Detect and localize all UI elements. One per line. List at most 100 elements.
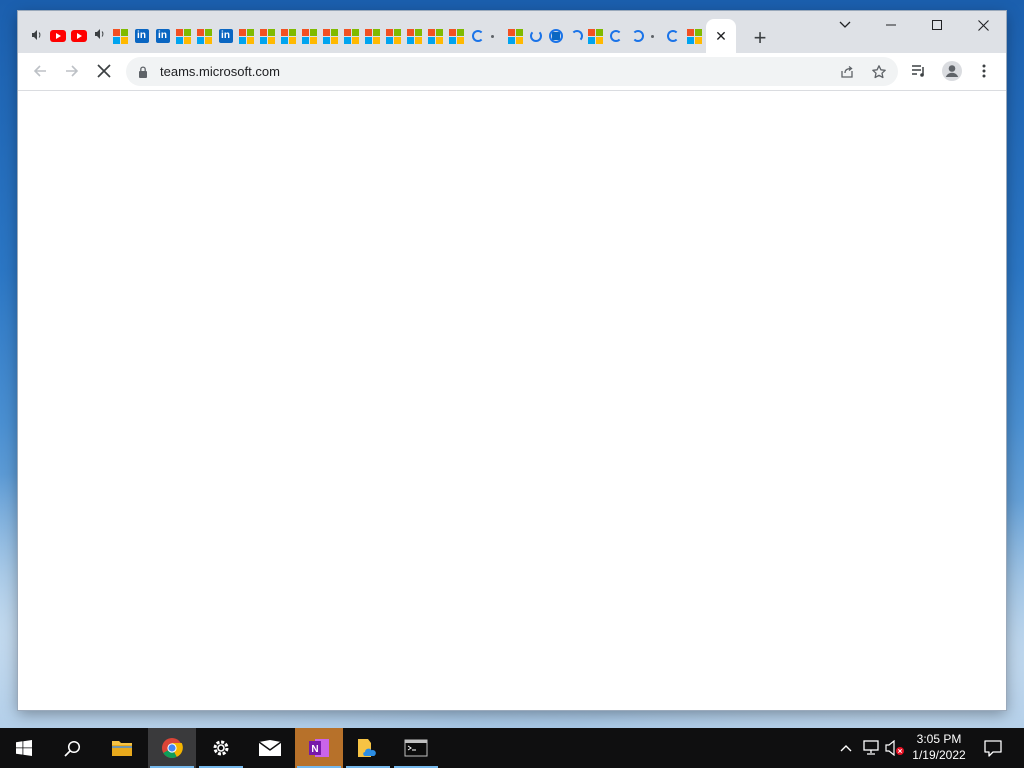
media-queue-icon (912, 65, 924, 77)
clock-date: 1/19/2022 (912, 748, 966, 762)
chevron-up-icon (840, 745, 852, 752)
tab-audio[interactable] (26, 20, 47, 52)
share-icon[interactable] (836, 61, 858, 83)
speaker-icon (94, 27, 106, 45)
clock-time: 3:05 PM (916, 732, 962, 746)
tab-microsoft[interactable] (173, 20, 194, 52)
tab-microsoft[interactable] (110, 20, 131, 52)
forward-button[interactable] (58, 57, 86, 85)
windows-logo-icon (16, 740, 32, 756)
page-content (18, 91, 1006, 710)
microsoft-icon (386, 28, 401, 44)
microsoft-icon (260, 28, 275, 44)
tab-youtube[interactable] (47, 20, 68, 52)
tab-loading[interactable] (525, 20, 546, 52)
bookmark-star-icon[interactable] (868, 61, 890, 83)
tab-microsoft[interactable] (383, 20, 404, 52)
chrome-menu-button[interactable] (970, 57, 998, 85)
tab-close-button[interactable]: ✕ (715, 29, 727, 43)
tab-microsoft[interactable] (341, 20, 362, 52)
linkedin-loading-icon (548, 29, 563, 43)
windows-taskbar: N 3:05 PM 1/19/2022 (0, 728, 1024, 768)
tab-linkedin[interactable]: in (152, 20, 173, 52)
microsoft-icon (302, 28, 317, 44)
tab-microsoft[interactable] (278, 20, 299, 52)
linkedin-icon: in (218, 29, 233, 43)
microsoft-icon (365, 28, 380, 44)
tab-audio[interactable] (89, 20, 110, 52)
tab-youtube[interactable] (68, 20, 89, 52)
microsoft-icon (449, 28, 464, 44)
show-hidden-icons-button[interactable] (836, 728, 856, 768)
folder-cloud-icon (358, 739, 376, 757)
tab-linkedin[interactable] (545, 20, 566, 52)
tab-microsoft[interactable] (585, 20, 606, 52)
tab-loading[interactable] (482, 20, 503, 52)
back-button[interactable] (26, 57, 54, 85)
chrome-window: in in in ✕ + teams.microsoft.com (18, 11, 1006, 710)
taskbar-file-explorer[interactable] (98, 728, 146, 768)
kebab-menu-icon (982, 64, 986, 78)
tab-microsoft[interactable] (236, 20, 257, 52)
maximize-button[interactable] (914, 11, 960, 39)
microsoft-icon (239, 28, 254, 44)
tab-microsoft[interactable] (446, 20, 467, 52)
close-window-button[interactable] (960, 11, 1006, 39)
maximize-icon (932, 20, 942, 30)
youtube-icon (70, 30, 87, 42)
profile-button[interactable] (938, 57, 966, 85)
onenote-icon: N (309, 739, 329, 757)
tab-microsoft[interactable] (299, 20, 320, 52)
taskbar-onenote[interactable]: N (295, 728, 343, 768)
network-tray[interactable] (860, 728, 882, 768)
microsoft-icon (281, 28, 296, 44)
tab-microsoft[interactable] (257, 20, 278, 52)
tab-microsoft[interactable] (425, 20, 446, 52)
tab-loading[interactable] (566, 20, 587, 52)
address-bar[interactable]: teams.microsoft.com (126, 57, 898, 86)
new-tab-button[interactable]: + (746, 24, 774, 52)
notification-icon (984, 739, 1002, 757)
microsoft-icon (588, 28, 603, 44)
microsoft-icon (113, 28, 128, 44)
start-button[interactable] (0, 728, 48, 768)
active-tab[interactable]: ✕ (706, 19, 736, 53)
tab-microsoft[interactable] (505, 20, 526, 52)
tab-microsoft[interactable] (194, 20, 215, 52)
tab-microsoft[interactable] (362, 20, 383, 52)
microsoft-icon (687, 28, 702, 44)
svg-text:N: N (311, 744, 318, 755)
url-text[interactable]: teams.microsoft.com (160, 64, 280, 79)
notification-center-button[interactable] (978, 728, 1008, 768)
taskbar-settings[interactable] (197, 728, 245, 768)
media-control-button[interactable] (905, 57, 933, 85)
stop-loading-button[interactable] (90, 57, 118, 85)
search-button[interactable] (48, 728, 96, 768)
close-icon (977, 19, 989, 31)
tab-loading[interactable] (605, 20, 626, 52)
microsoft-icon (176, 28, 191, 44)
tab-microsoft[interactable] (684, 20, 705, 52)
tab-loading[interactable] (662, 20, 683, 52)
tab-strip: in in in ✕ + (18, 11, 1006, 53)
youtube-icon (49, 30, 66, 42)
taskbar-command-prompt[interactable] (392, 728, 440, 768)
tab-microsoft[interactable] (404, 20, 425, 52)
tab-microsoft[interactable] (320, 20, 341, 52)
loading-spinner-icon (570, 30, 583, 42)
linkedin-icon: in (134, 29, 149, 43)
tab-linkedin[interactable]: in (131, 20, 152, 52)
taskbar-mail[interactable] (246, 728, 294, 768)
minimize-button[interactable] (868, 11, 914, 39)
taskbar-clock[interactable]: 3:05 PM 1/19/2022 (902, 731, 976, 763)
tab-loading[interactable] (642, 20, 663, 52)
lock-icon (138, 65, 148, 83)
taskbar-file-share[interactable] (344, 728, 392, 768)
microsoft-icon (344, 28, 359, 44)
microsoft-icon (323, 28, 338, 44)
taskbar-chrome[interactable] (148, 728, 196, 768)
loading-dot-icon (491, 34, 494, 38)
terminal-icon (404, 739, 428, 757)
tab-search-button[interactable] (822, 11, 868, 39)
tab-linkedin[interactable]: in (215, 20, 236, 52)
